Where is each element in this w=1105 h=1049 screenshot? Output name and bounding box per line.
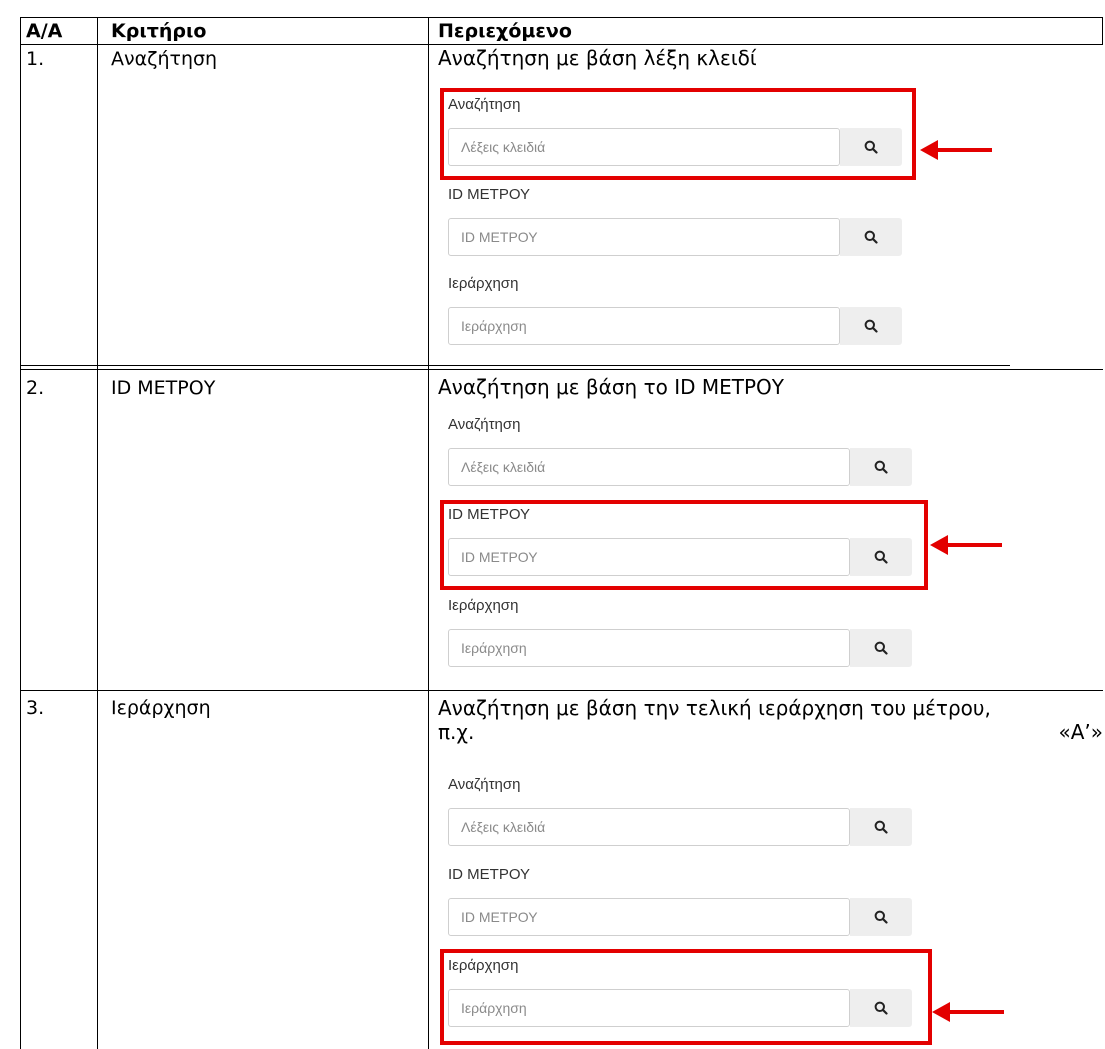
keyword-search-input[interactable]: Λέξεις κλειδιά: [448, 808, 850, 846]
search-icon: [864, 230, 878, 244]
keyword-label: Αναζήτηση: [448, 416, 521, 433]
arrow-left-icon: [932, 1002, 1004, 1022]
hierarchy-search-button[interactable]: [840, 307, 902, 345]
search-icon: [874, 460, 888, 474]
arrow-left-icon: [920, 140, 992, 160]
row3-description-example: π.χ.: [438, 720, 475, 744]
row2-criterion: ID ΜΕΤΡΟΥ: [111, 377, 216, 399]
row2-description: Αναζήτηση με βάση το ID ΜΕΤΡΟΥ: [438, 375, 784, 399]
search-icon: [874, 641, 888, 655]
table-header-divider: [20, 44, 1103, 45]
table-border-right: [1102, 17, 1103, 44]
row3-description-line2: π.χ. «Α’»: [438, 720, 1103, 744]
row3-description: Αναζήτηση με βάση την τελική ιεράρχηση τ…: [438, 696, 1103, 744]
highlight-box-hierarchy: [440, 949, 932, 1045]
col-divider-1: [97, 17, 98, 1049]
search-icon: [874, 910, 888, 924]
row-divider-1b: [20, 369, 1103, 370]
id-search-button[interactable]: [850, 898, 912, 936]
search-icon: [864, 319, 878, 333]
row3-number: 3.: [26, 697, 45, 719]
keyword-search-button[interactable]: [850, 448, 912, 486]
row3-description-line1: Αναζήτηση με βάση την τελική ιεράρχηση τ…: [438, 696, 991, 720]
row2-number: 2.: [26, 377, 45, 399]
keyword-label: Αναζήτηση: [448, 776, 521, 793]
row-divider-1: [20, 365, 1010, 366]
id-search-input[interactable]: ID ΜΕΤΡΟΥ: [448, 898, 850, 936]
arrow-left-icon: [930, 535, 1002, 555]
row3-criterion: Ιεράρχηση: [111, 697, 211, 719]
header-content: Περιεχόμενο: [438, 20, 572, 42]
row1-description: Αναζήτηση με βάση λέξη κλειδί: [438, 46, 757, 70]
id-search-button[interactable]: [840, 218, 902, 256]
keyword-search-button[interactable]: [850, 808, 912, 846]
id-label: ID ΜΕΤΡΟΥ: [448, 866, 531, 883]
row1-number: 1.: [26, 48, 45, 70]
header-criterion: Κριτήριο: [111, 20, 207, 42]
col-divider-2: [428, 17, 429, 1049]
highlight-box-id: [440, 500, 928, 590]
table-border-top: [20, 17, 1103, 18]
keyword-search-input[interactable]: Λέξεις κλειδιά: [448, 448, 850, 486]
hierarchy-search-button[interactable]: [850, 629, 912, 667]
id-label: ID ΜΕΤΡΟΥ: [448, 186, 531, 203]
row-divider-2: [20, 690, 1103, 691]
hierarchy-label: Ιεράρχηση: [448, 597, 519, 614]
row1-criterion: Αναζήτηση: [111, 48, 218, 70]
table-border-left: [20, 17, 21, 1049]
hierarchy-search-input[interactable]: Ιεράρχηση: [448, 629, 850, 667]
highlight-box-keyword: [440, 88, 916, 180]
search-icon: [874, 820, 888, 834]
hierarchy-label: Ιεράρχηση: [448, 275, 519, 292]
row3-description-example-value: «Α’»: [1058, 720, 1103, 744]
id-search-input[interactable]: ID ΜΕΤΡΟΥ: [448, 218, 840, 256]
hierarchy-search-input[interactable]: Ιεράρχηση: [448, 307, 840, 345]
header-aa: Α/Α: [26, 20, 63, 42]
